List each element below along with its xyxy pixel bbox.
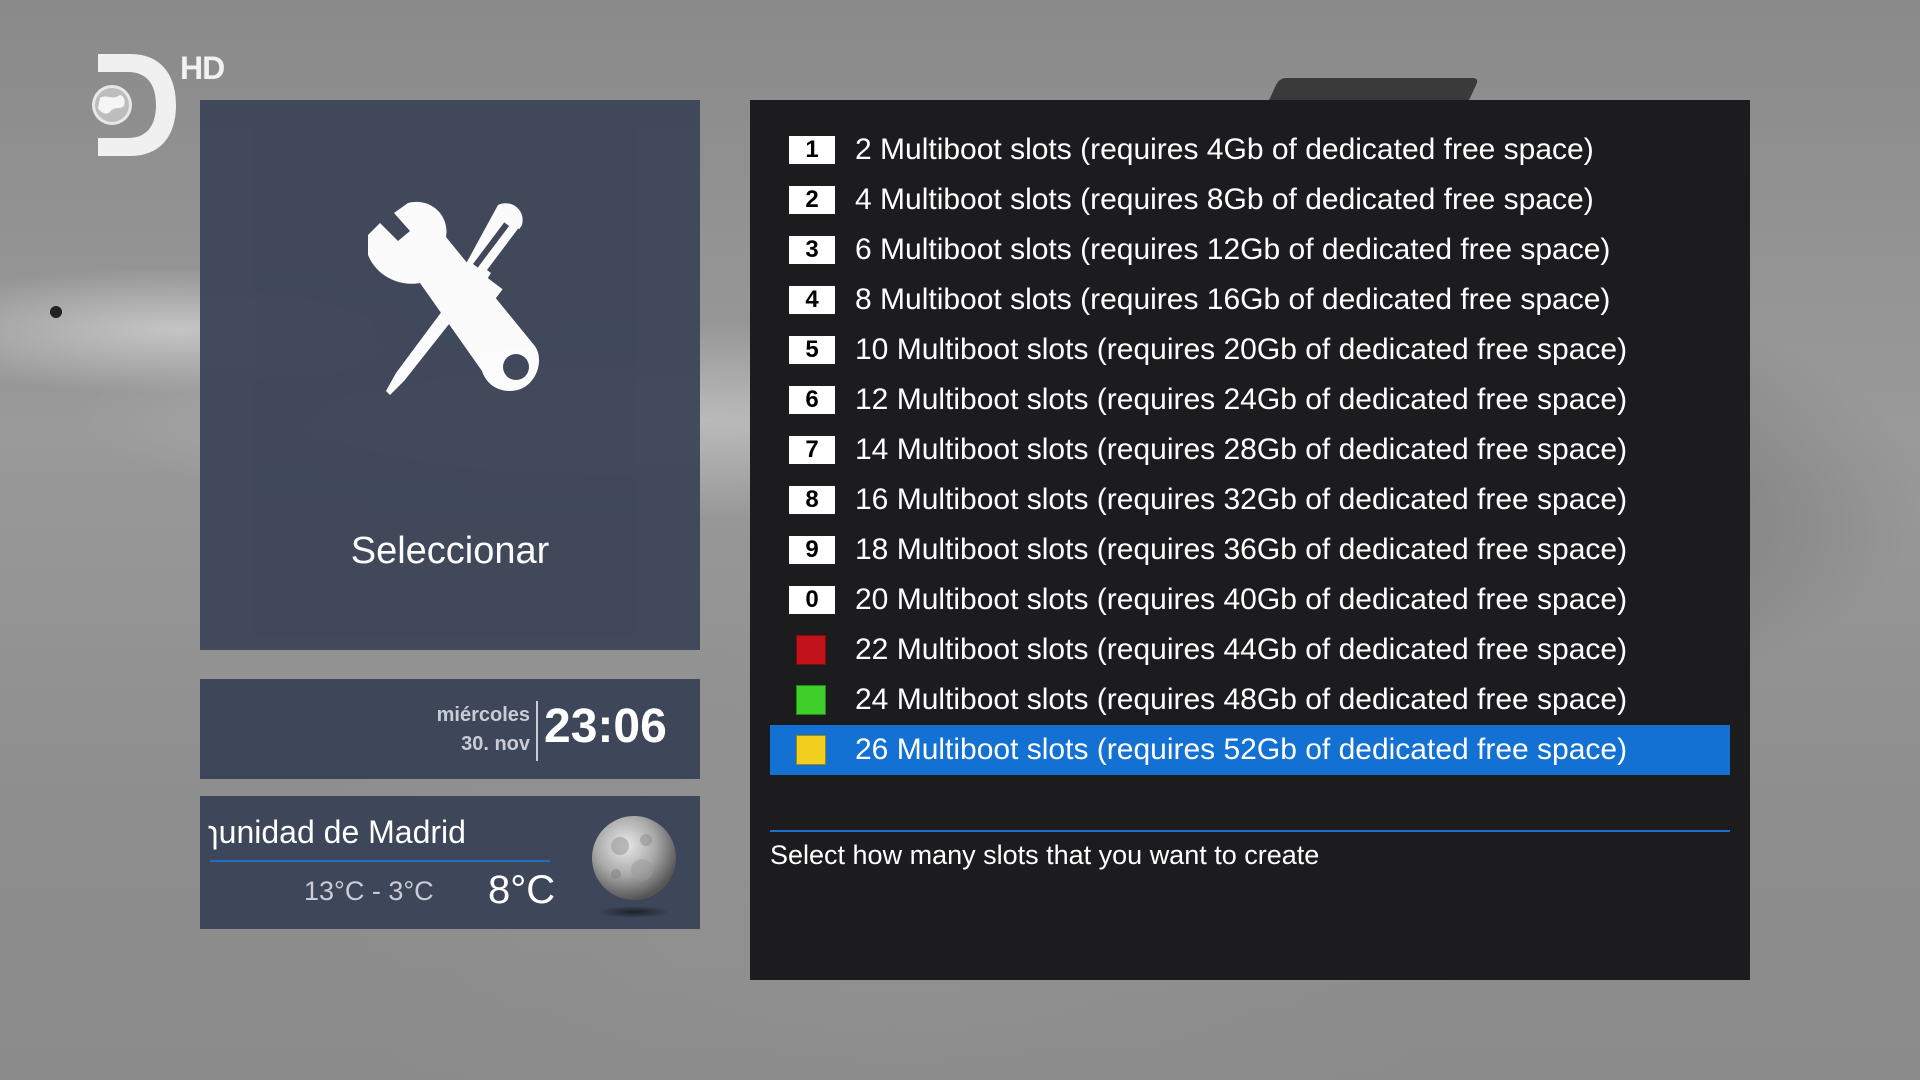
list-item-label: 12 Multiboot slots (requires 24Gb of ded… [855,383,1628,416]
weather-location: ɿunidad de Madrid [208,814,466,850]
list-item-label: 22 Multiboot slots (requires 44Gb of ded… [855,633,1628,666]
clock-weekday: miércoles [436,704,530,726]
number-key-badge: 9 [789,536,835,564]
list-item-label: 18 Multiboot slots (requires 36Gb of ded… [855,533,1628,566]
clock-separator [536,701,538,761]
description-text: Select how many slots that you want to c… [770,840,1320,870]
list-item[interactable]: 1 2 Multiboot slots (requires 4Gb of dedi… [770,125,1730,175]
multiboot-slots-panel: 1 2 Multiboot slots (requires 4Gb of dedi… [750,100,1750,980]
weather-temperature-range: 13°C - 3°C [304,876,434,906]
list-item[interactable]: 8 16 Multiboot slots (requires 32Gb of de… [770,475,1730,525]
number-key-badge: 1 [789,136,835,164]
list-item-label: 26 Multiboot slots (requires 52Gb of ded… [855,733,1628,766]
red-key-badge [796,635,826,665]
list-item-label: 20 Multiboot slots (requires 40Gb of ded… [855,583,1628,616]
list-item[interactable]: 0 20 Multiboot slots (requires 40Gb of de… [770,575,1730,625]
green-key-badge [796,685,826,715]
list-item[interactable]: 22 Multiboot slots (requires 44Gb of ded… [770,625,1730,675]
clock-date: 30. nov [461,733,530,755]
moon-icon [592,816,676,918]
weather-panel: ɿunidad de Madrid 13°C - 3°C 8°C [200,796,700,929]
list-item[interactable]: 24 Multiboot slots (requires 48Gb of ded… [770,675,1730,725]
list-item[interactable]: 6 12 Multiboot slots (requires 24Gb of de… [770,375,1730,425]
background-detail [50,306,62,318]
list-item[interactable]: 5 10 Multiboot slots (requires 20Gb of de… [770,325,1730,375]
panel-label: Seleccionar [350,530,550,572]
list-item-label: 16 Multiboot slots (requires 32Gb of ded… [855,483,1628,516]
clock-panel: miércoles 30. nov 23:06 [200,679,700,779]
tools-wrench-screwdriver-icon [368,201,540,395]
clock-date-block: miércoles 30. nov [437,701,530,759]
number-key-badge: 7 [789,436,835,464]
list-item[interactable]: 7 14 Multiboot slots (requires 28Gb of de… [770,425,1730,475]
hd-label: HD [180,50,225,86]
number-key-badge: 8 [789,486,835,514]
list-item[interactable]: 9 18 Multiboot slots (requires 36Gb of de… [770,525,1730,575]
weather-divider [210,860,550,862]
list-item-label: 8 Multiboot slots (requires 16Gb of dedi… [855,283,1611,316]
number-key-badge: 5 [789,336,835,364]
number-key-badge: 6 [789,386,835,414]
list-item-label: 24 Multiboot slots (requires 48Gb of ded… [855,683,1628,716]
list-item[interactable]: 3 6 Multiboot slots (requires 12Gb of ded… [770,225,1730,275]
description-divider [770,830,1730,832]
discovery-d-globe-icon [92,54,176,156]
weather-current-temperature: 8°C [488,868,556,912]
list-item[interactable]: 4 8 Multiboot slots (requires 16Gb of ded… [770,275,1730,325]
list-item-label: 6 Multiboot slots (requires 12Gb of dedi… [855,233,1611,266]
clock-time: 23:06 [544,700,667,753]
list-item[interactable]: 2 4 Multiboot slots (requires 8Gb of dedi… [770,175,1730,225]
number-key-badge: 2 [789,186,835,214]
list-item[interactable]: 26 Multiboot slots (requires 52Gb of ded… [770,725,1730,775]
list-item-label: 10 Multiboot slots (requires 20Gb of ded… [855,333,1628,366]
number-key-badge: 3 [789,236,835,264]
list-item-label: 14 Multiboot slots (requires 28Gb of ded… [855,433,1628,466]
menu-icon-panel: Seleccionar [200,100,700,650]
multiboot-slot-list[interactable]: 1 2 Multiboot slots (requires 4Gb of dedi… [770,125,1730,775]
list-item-label: 4 Multiboot slots (requires 8Gb of dedic… [855,183,1594,216]
number-key-badge: 0 [789,586,835,614]
number-key-badge: 4 [789,286,835,314]
yellow-key-badge [796,735,826,765]
list-item-label: 2 Multiboot slots (requires 4Gb of dedic… [855,133,1594,166]
